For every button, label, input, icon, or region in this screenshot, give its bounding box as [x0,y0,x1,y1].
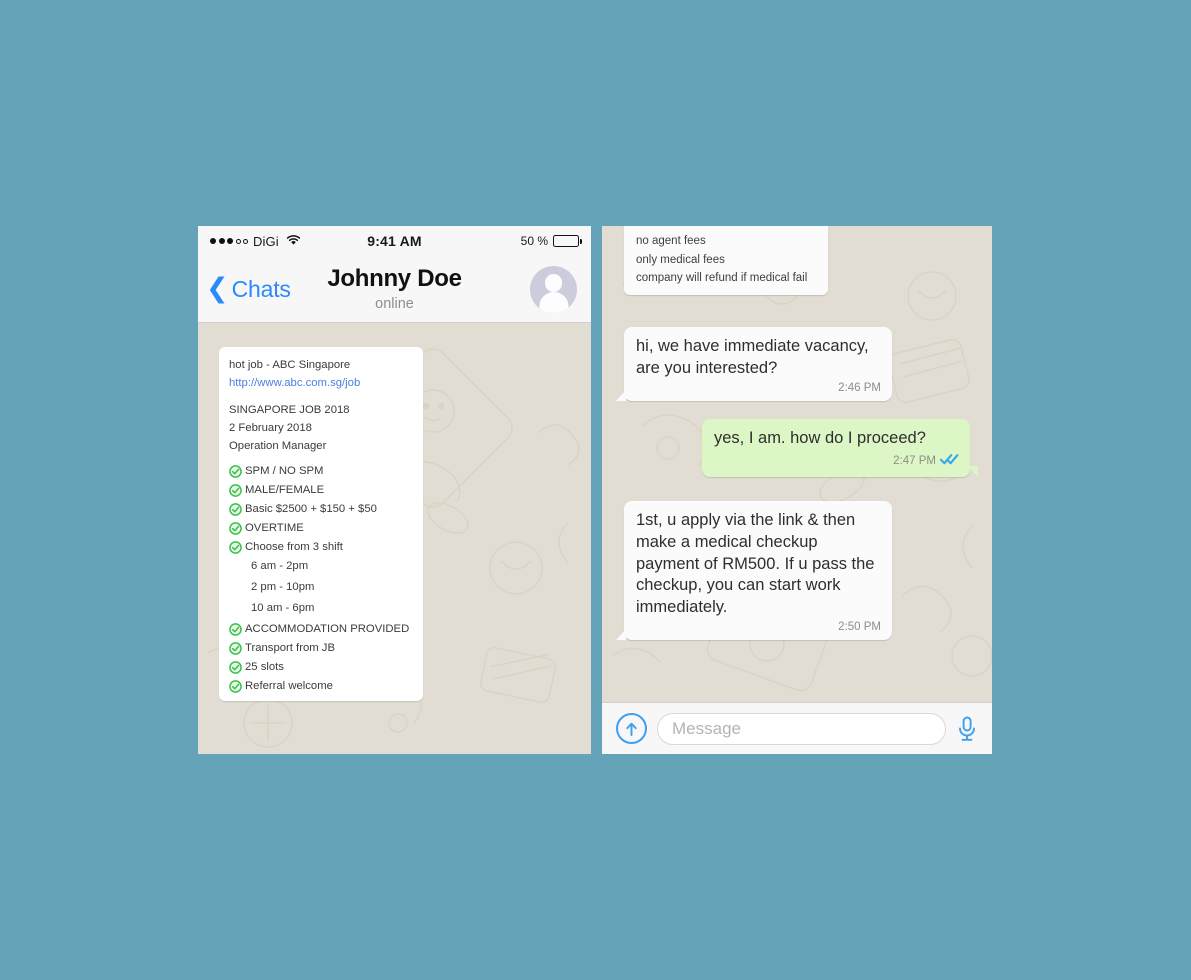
green-check-icon [229,642,242,655]
green-check-icon [229,623,242,636]
battery-icon [553,235,582,247]
status-bar: DiGi 9:41 AM 50 % [198,226,591,256]
job-checklist-item: SPM / NO SPM [229,463,413,481]
job-title: hot job - ABC Singapore [229,359,351,371]
green-check-icon [229,465,242,479]
microphone-icon[interactable] [956,715,978,743]
message-text: yes, I am. how do I proceed? [714,429,926,447]
job-link[interactable]: http://www.abc.com.sg/job [229,374,413,392]
message-incoming-instructions[interactable]: 1st, u apply via the link & then make a … [616,501,892,640]
job-checklist-label: 25 slots [245,660,284,673]
message-text: 1st, u apply via the link & then make a … [636,511,875,617]
message-fees[interactable]: no agent fees only medical fees company wi… [624,226,828,295]
user-avatar-icon[interactable] [530,265,577,313]
green-check-icon [229,541,242,555]
message-line: only medical fees [636,253,725,266]
job-posting-message[interactable]: hot job - ABC Singapore http://www.abc.c… [219,347,423,702]
arrow-up-circle-icon[interactable] [616,713,647,744]
job-checklist-label: MALE/FEMALE [245,483,325,496]
navigation-bar: ❮ Chats Johnny Doe online [198,256,591,323]
message-input[interactable] [657,712,946,745]
job-shift-time: 6 am - 2pm [251,560,309,573]
right-phone-screen: no agent fees only medical fees company wi… [602,226,992,754]
back-button-label: Chats [231,275,291,302]
job-shift-time: 10 am - 6pm [251,602,315,615]
back-to-chats-button[interactable]: ❮ Chats [206,272,291,303]
message-incoming-greeting[interactable]: hi, we have immediate vacancy, are you i… [616,327,892,401]
message-outgoing-reply[interactable]: yes, I am. how do I proceed? 2:47 PM [702,419,978,477]
job-info-line: 2 February 2018 [229,421,312,434]
job-shift-time: 2 pm - 10pm [251,581,315,594]
right-chat-area: no agent fees only medical fees company wi… [602,226,992,702]
job-checklist-item: Transport from JB [229,640,413,658]
job-checklist-label: OVERTIME [245,521,304,534]
message-meta: 2:50 PM [636,621,881,633]
green-check-icon [229,484,242,498]
chevron-left-icon: ❮ [206,272,229,303]
green-check-icon [229,503,242,517]
job-checklist-label: Referral welcome [245,679,333,692]
job-checklist-item: Basic $2500 + $150 + $50 [229,501,413,519]
left-phone-screen: DiGi 9:41 AM 50 % ❮ Chats Johnny Doe onl… [198,226,591,754]
job-checklist-item: MALE/FEMALE [229,482,413,500]
message-timestamp: 2:50 PM [838,620,881,633]
message-input-bar [602,702,992,754]
green-check-icon [229,661,242,674]
job-checklist-item: Referral welcome [229,678,413,696]
left-chat-area: hot job - ABC Singapore http://www.abc.c… [198,323,591,754]
message-text: hi, we have immediate vacancy, are you i… [636,337,869,377]
job-checklist-item: Choose from 3 shift [229,539,413,557]
green-check-icon [229,680,242,693]
status-bar-right: 50 % [520,234,582,248]
job-info-line: SINGAPORE JOB 2018 [229,403,350,416]
message-timestamp: 2:46 PM [838,381,881,394]
message-meta: 2:47 PM [714,452,959,470]
job-checklist-item: ACCOMMODATION PROVIDED [229,621,413,639]
green-check-icon [229,522,242,536]
double-check-icon [939,452,959,470]
battery-percent-label: 50 % [520,234,548,248]
job-info-line: Operation Manager [229,440,327,453]
job-checklist-item: 25 slots [229,659,413,677]
job-checklist-label: Transport from JB [245,641,335,654]
job-checklist-item: OVERTIME [229,520,413,538]
job-checklist-label: Basic $2500 + $150 + $50 [245,502,377,515]
job-checklist-label: SPM / NO SPM [245,464,324,477]
message-timestamp: 2:47 PM [893,454,936,467]
message-line: company will refund if medical fail [636,272,808,285]
message-meta: 2:46 PM [636,382,881,394]
job-checklist-label: Choose from 3 shift [245,540,343,553]
job-checklist-label: ACCOMMODATION PROVIDED [245,622,410,635]
message-line: no agent fees [636,235,706,247]
